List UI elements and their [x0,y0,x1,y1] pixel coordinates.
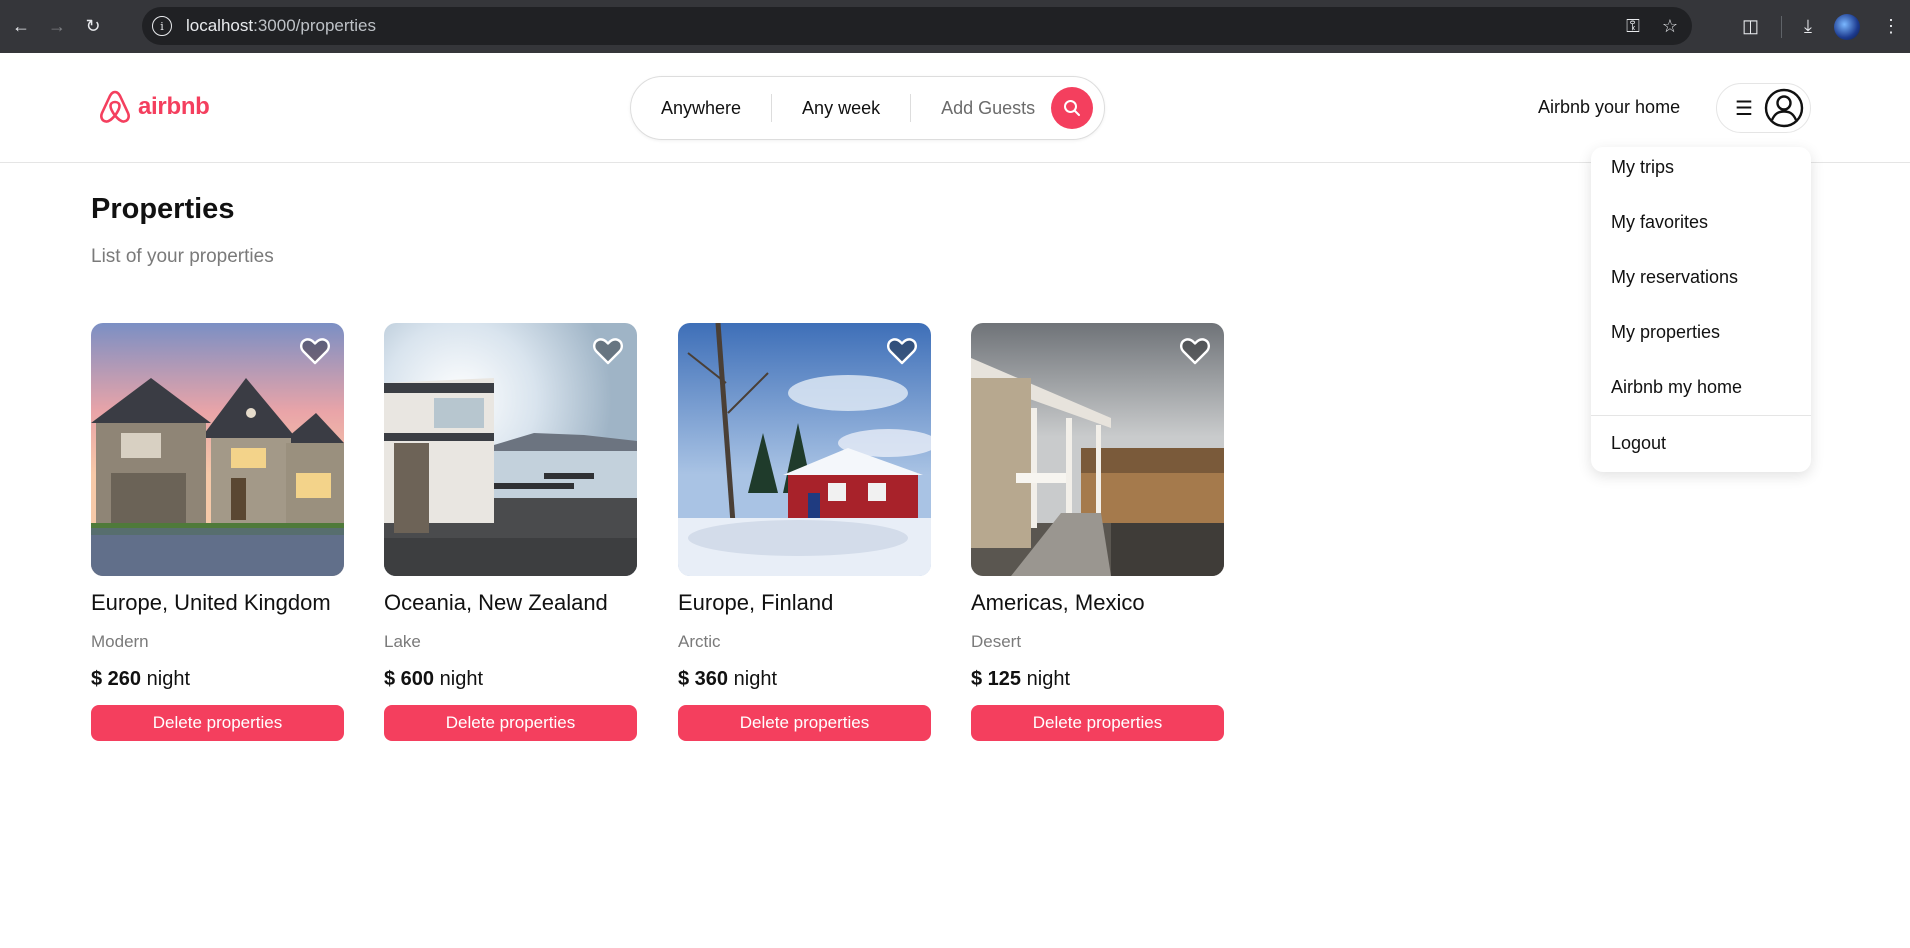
airbnb-logo-icon [100,90,130,123]
download-icon[interactable]: ⤓ [1804,16,1812,37]
delete-property-button[interactable]: Delete properties [678,705,931,741]
bookmark-star-icon[interactable]: ☆ [1662,16,1678,37]
back-arrow-icon[interactable]: ← [6,12,36,42]
listing-card[interactable]: Oceania, New Zealand Lake $ 600 night De… [384,323,637,741]
listing-price: $ 600 night [384,668,483,691]
airbnb-logo[interactable]: airbnb [98,89,210,125]
user-avatar-icon [1764,88,1804,128]
price-unit: night [733,668,777,690]
search-any-week[interactable]: Any week [772,98,910,119]
browser-toolbar: ← → ↻ i localhost:3000/properties ⚿ ☆ ◫ … [0,0,1910,53]
price-amount: $ 600 [384,668,435,690]
listing-category: Modern [91,632,149,651]
price-unit: night [1026,668,1070,690]
page-subtitle: List of your properties [91,246,274,267]
favorite-heart-icon[interactable] [593,337,623,365]
favorite-heart-icon[interactable] [300,337,330,365]
listing-location: Europe, Finland [678,590,834,615]
listing-image[interactable] [971,323,1224,576]
extensions-icon[interactable]: ◫ [1742,16,1759,37]
url-host: localhost [186,16,254,35]
listing-category: Desert [971,632,1022,651]
listing-category: Lake [384,632,421,651]
listing-price: $ 260 night [91,668,190,691]
reload-icon[interactable]: ↻ [78,12,108,42]
airbnb-your-home-link[interactable]: Airbnb your home [1538,97,1680,118]
listing-card[interactable]: Europe, Finland Arctic $ 360 night Delet… [678,323,931,741]
search-icon [1064,100,1081,116]
logo-text: airbnb [138,93,210,120]
search-button[interactable] [1051,87,1094,129]
listing-price: $ 360 night [678,668,777,691]
favorite-heart-icon[interactable] [887,337,917,365]
profile-avatar[interactable] [1834,13,1860,40]
user-menu-button[interactable]: ☰ [1716,83,1811,133]
menu-item-my-reservations[interactable]: My reservations [1611,267,1738,288]
listing-card[interactable]: Europe, United Kingdom Modern $ 260 nigh… [91,323,344,741]
price-unit: night [439,668,483,690]
delete-property-button[interactable]: Delete properties [91,705,344,741]
price-unit: night [146,668,190,690]
delete-property-button[interactable]: Delete properties [384,705,637,741]
chrome-menu-icon[interactable]: ⋮ [1882,16,1900,37]
listing-image[interactable] [91,323,344,576]
listing-category: Arctic [678,632,721,651]
search-add-guests[interactable]: Add Guests [911,98,1051,119]
listing-location: Europe, United Kingdom [91,590,331,615]
toolbar-divider [1781,15,1783,38]
forward-arrow-icon[interactable]: → [42,12,72,42]
listing-price: $ 125 night [971,668,1070,691]
listing-location: Americas, Mexico [971,590,1145,615]
menu-divider [1591,415,1811,416]
price-amount: $ 260 [91,668,142,690]
password-key-icon[interactable]: ⚿ [1626,16,1640,37]
search-bar[interactable]: Anywhere Any week Add Guests [630,76,1105,140]
listing-card[interactable]: Americas, Mexico Desert $ 125 night Dele… [971,323,1224,741]
price-amount: $ 360 [678,668,729,690]
hamburger-menu-icon: ☰ [1735,97,1753,120]
delete-property-button[interactable]: Delete properties [971,705,1224,741]
menu-item-my-favorites[interactable]: My favorites [1611,212,1708,233]
address-bar[interactable]: i localhost:3000/properties ⚿ ☆ [142,7,1692,45]
menu-item-airbnb-my-home[interactable]: Airbnb my home [1611,377,1742,398]
favorite-heart-icon[interactable] [1180,337,1210,365]
menu-item-my-trips[interactable]: My trips [1611,157,1674,178]
url-path: :3000/properties [253,16,376,35]
listing-location: Oceania, New Zealand [384,590,608,615]
site-info-icon[interactable]: i [152,16,172,36]
price-amount: $ 125 [971,668,1022,690]
page-title: Properties [91,193,235,225]
listing-image[interactable] [384,323,637,576]
menu-item-my-properties[interactable]: My properties [1611,322,1720,343]
user-dropdown-menu: My trips My favorites My reservations My… [1591,147,1811,472]
listing-image[interactable] [678,323,931,576]
search-anywhere[interactable]: Anywhere [631,98,771,119]
url-text: localhost:3000/properties [186,16,376,36]
menu-item-logout[interactable]: Logout [1611,433,1666,454]
